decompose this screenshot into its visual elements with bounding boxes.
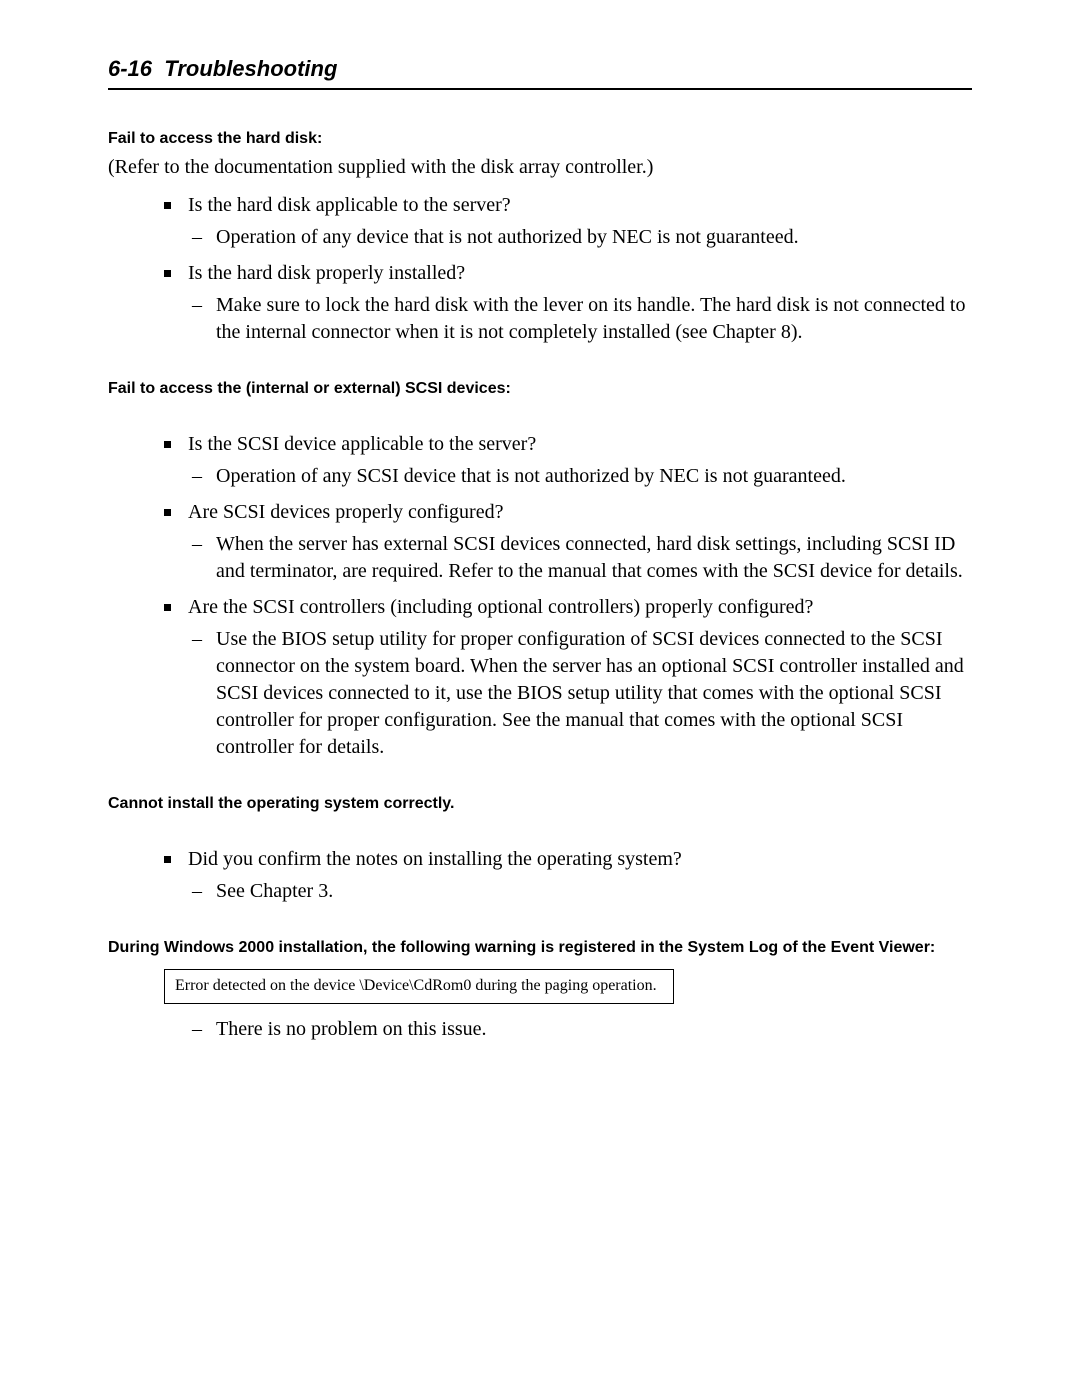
document-page: 6-16 Troubleshooting Fail to access the … [0,0,1080,1397]
question-text: Is the hard disk properly installed? [188,262,465,284]
page-header: 6-16 Troubleshooting [108,56,972,82]
bullet-list-hard-disk: Is the hard disk applicable to the serve… [108,191,972,346]
page-title: Troubleshooting [164,56,337,81]
question-text: Are SCSI devices properly configured? [188,501,503,523]
detail-text: When the server has external SCSI device… [188,531,972,585]
detail-text: See Chapter 3. [188,878,972,905]
list-item: Are SCSI devices properly configured? Wh… [164,498,972,585]
section-intro-hard-disk: (Refer to the documentation supplied wit… [108,154,972,181]
detail-text: Operation of any SCSI device that is not… [188,463,972,490]
question-text: Did you confirm the notes on installing … [188,848,682,870]
list-item: Is the hard disk properly installed? Mak… [164,259,972,346]
spacer [108,404,972,430]
detail-text: Use the BIOS setup utility for proper co… [188,626,972,761]
list-item: Did you confirm the notes on installing … [164,845,972,905]
question-text: Is the SCSI device applicable to the ser… [188,433,536,455]
list-item: Is the SCSI device applicable to the ser… [164,430,972,490]
section-heading-install-os: Cannot install the operating system corr… [108,795,972,813]
detail-text: Operation of any device that is not auth… [188,224,972,251]
question-text: Are the SCSI controllers (including opti… [188,596,813,618]
question-text: Is the hard disk applicable to the serve… [188,194,511,216]
section-heading-scsi: Fail to access the (internal or external… [108,380,972,398]
bullet-list-install-os: Did you confirm the notes on installing … [108,845,972,905]
detail-text: Make sure to lock the hard disk with the… [188,292,972,346]
header-rule [108,88,972,90]
list-item: Is the hard disk applicable to the serve… [164,191,972,251]
page-number: 6-16 [108,56,152,81]
section-heading-hard-disk: Fail to access the hard disk: [108,130,972,148]
list-item: Are the SCSI controllers (including opti… [164,593,972,761]
final-note: There is no problem on this issue. [188,1018,972,1041]
section-heading-win2000: During Windows 2000 installation, the fo… [108,939,972,957]
bullet-list-scsi: Is the SCSI device applicable to the ser… [108,430,972,761]
error-message-box: Error detected on the device \Device\CdR… [164,969,674,1004]
spacer [108,819,972,845]
